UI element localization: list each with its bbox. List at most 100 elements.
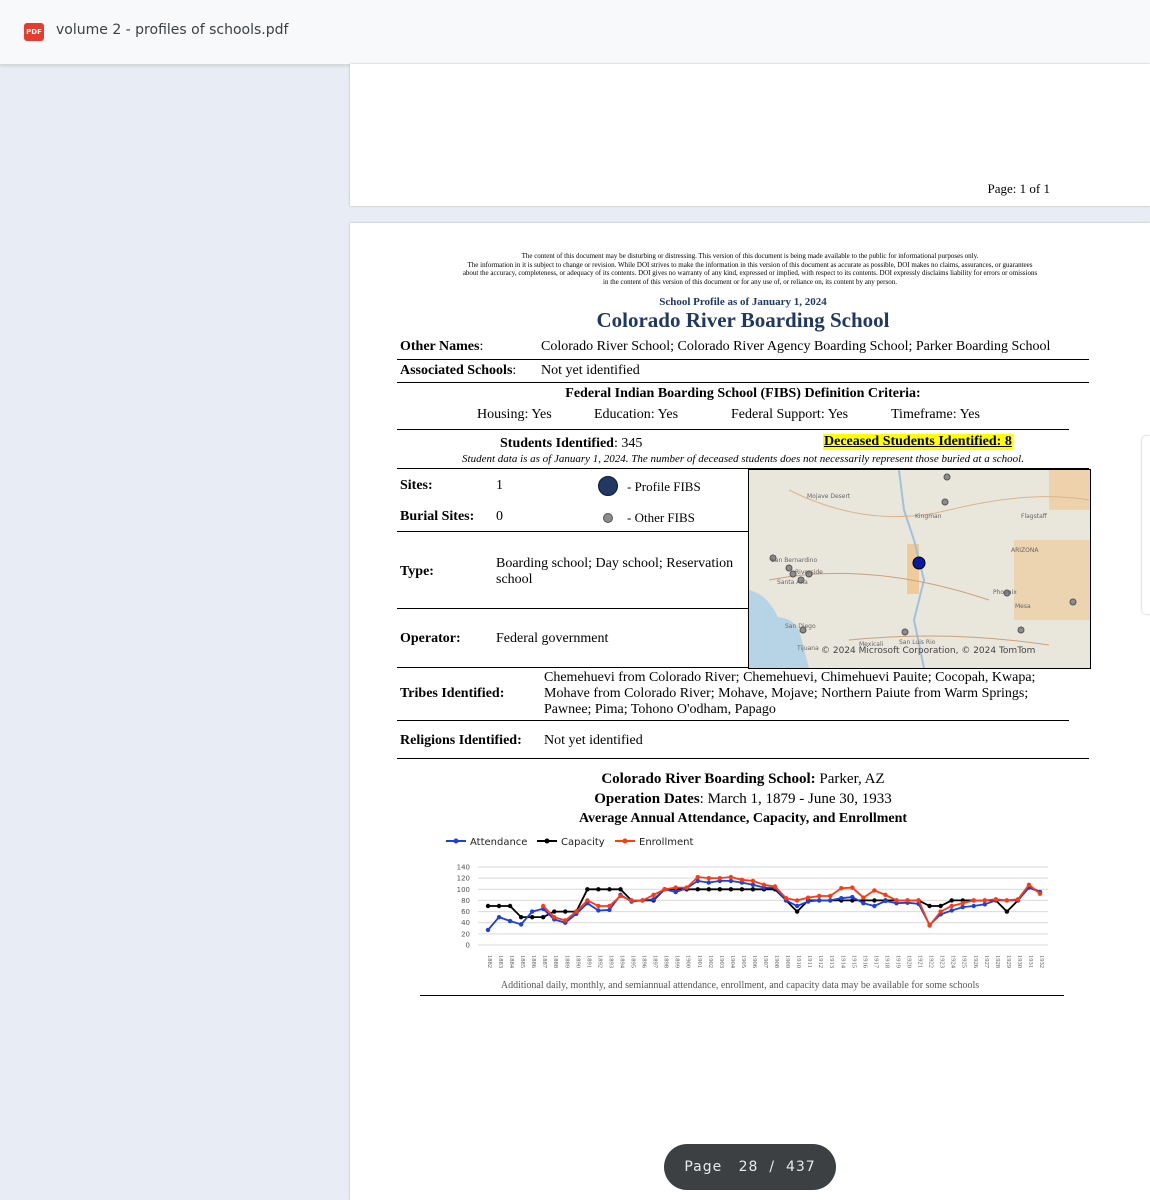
y-tick-label: 120 [457,875,470,883]
data-point [728,878,734,884]
x-tick-label: 1912 [817,955,824,968]
data-point [949,903,954,909]
x-tick-label: 1900 [685,955,692,968]
y-tick-label: 100 [457,886,470,894]
profile-subtitle: School Profile as of January 1, 2024 [659,296,827,308]
map-image: Mojave Desert Kingman Flagstaff ARIZONA … [749,470,1090,668]
data-point [750,878,756,884]
other-fibs-marker-icon [603,513,613,523]
data-point [717,887,723,892]
data-point [739,887,745,892]
x-tick-label: 1894 [618,955,625,969]
data-point [850,894,855,900]
data-point [794,898,800,903]
legend-label: Attendance [470,837,527,848]
data-point [706,887,711,892]
data-point [883,892,888,898]
burial-sites-label: Burial Sites: [400,509,475,524]
data-point [850,885,855,890]
data-point [794,903,800,909]
data-point [982,902,987,907]
criteria-housing: Housing: Yes [477,407,552,422]
data-point [927,903,932,909]
data-point [485,903,491,909]
location-map: Mojave Desert Kingman Flagstaff ARIZONA … [748,469,1091,669]
data-point [607,887,612,892]
side-scroll-handle[interactable] [1142,436,1150,614]
associated-schools-value: Not yet identified [541,363,640,378]
data-point [618,893,623,899]
pdf-file-icon: PDF [24,23,44,41]
map-label: Flagstaff [1021,513,1048,520]
sites-label: Sites: [400,478,433,493]
data-point [496,914,502,920]
y-tick-label: 140 [457,864,470,872]
deceased-students: Deceased Students Identified: 8 [823,434,1013,450]
x-tick-label: 1887 [541,955,548,969]
x-tick-label: 1932 [1038,955,1045,968]
data-point [872,898,877,903]
other-names-value: Colorado River School; Colorado River Ag… [541,339,1051,354]
x-tick-label: 1886 [530,955,537,969]
data-point [607,907,612,913]
data-point [518,914,524,920]
data-point [861,901,866,906]
data-point [518,922,524,927]
top-toolbar: PDF volume 2 - profiles of schools.pdf [0,0,1150,65]
data-point [949,898,954,903]
legend-marker [622,838,628,844]
x-tick-label: 1927 [983,955,990,969]
data-point [883,898,888,904]
x-tick-label: 1897 [652,955,659,969]
data-point [507,918,513,924]
x-tick-label: 1902 [707,955,714,968]
data-point [949,908,954,913]
x-tick-label: 1898 [663,955,670,968]
x-tick-label: 1921 [917,955,924,968]
data-point [938,909,943,914]
fibs-criteria-title: Federal Indian Boarding School (FIBS) De… [565,386,921,401]
x-tick-label: 1884 [508,955,515,969]
map-label: Santa Ana [777,579,808,586]
data-point [927,923,932,928]
map-label: Tijuana [796,645,819,652]
disclaimer-line: The content of this document may be dist… [521,252,979,260]
data-point [629,898,634,903]
burial-sites-value: 0 [496,509,503,524]
data-point [828,893,833,899]
x-tick-label: 1928 [994,955,1001,968]
data-point [728,887,734,892]
type-value: Boarding school; Day school; Reservation… [496,556,734,587]
data-point [839,896,844,901]
map-label: Mojave Desert [807,493,851,500]
page-footer: Page: 1 of 1 [987,181,1050,196]
current-page: 28 [738,1159,759,1175]
tribes-value: Chemehuevi from Colorado River; Chemehue… [544,670,1036,717]
page-indicator: Page 28 / 437 [664,1144,836,1190]
data-point [541,903,546,909]
data-point [673,889,678,895]
school-title: Colorado River Boarding School [596,308,890,332]
chart-heading: Average Annual Attendance, Capacity, and… [578,811,908,825]
data-point [1004,898,1010,903]
data-point [960,901,965,906]
x-tick-label: 1904 [729,955,736,969]
x-tick-label: 1888 [552,955,559,968]
legend-marker [544,838,550,844]
x-tick-label: 1931 [1027,955,1034,968]
map-label: ARIZONA [1011,547,1039,554]
other-names-row: Other Names: [400,339,483,355]
x-tick-label: 1903 [718,955,725,968]
colon: : [479,339,484,354]
other-names-label: Other Names [400,339,480,354]
data-point [552,909,557,914]
legend-marker [453,838,459,844]
x-tick-label: 1920 [906,955,913,968]
data-point [651,897,656,902]
x-tick-label: 1889 [563,955,570,968]
data-point [861,895,866,900]
page-separator: / [769,1159,776,1175]
x-tick-label: 1913 [828,955,835,968]
x-tick-label: 1915 [850,955,857,968]
x-tick-label: 1899 [674,955,681,968]
